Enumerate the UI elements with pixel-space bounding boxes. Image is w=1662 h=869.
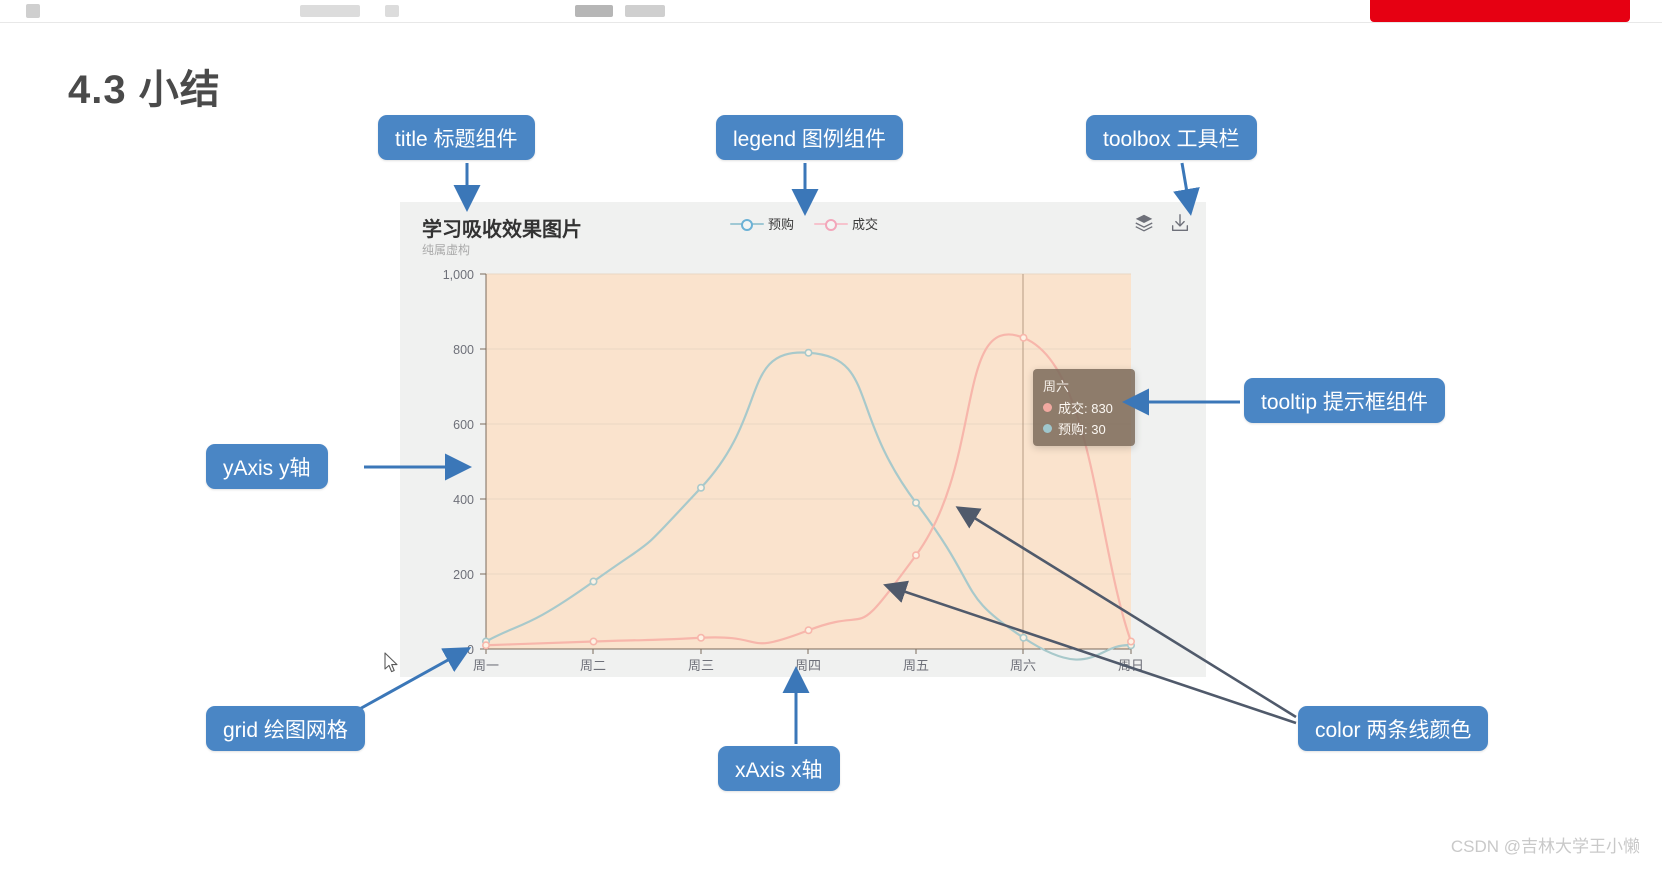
chrome-tab-1[interactable] <box>300 5 360 17</box>
data-point[interactable] <box>911 498 920 507</box>
chart-tooltip: 周六 成交: 830 预购: 30 <box>1033 369 1135 446</box>
browser-banner[interactable] <box>1370 0 1630 22</box>
tooltip-dot-chengjiao <box>1043 403 1052 412</box>
watermark: CSDN @吉林大学王小懒 <box>1450 837 1640 856</box>
legend-label-yugou: 预购 <box>768 217 795 232</box>
chart-title: 学习吸收效果图片 <box>422 219 582 241</box>
data-point[interactable] <box>482 641 491 650</box>
browser-chrome-strip <box>0 0 1662 23</box>
annotation-xaxis: xAxis x轴 <box>718 746 840 791</box>
data-point[interactable] <box>696 483 705 492</box>
x-tick-label: 周五 <box>903 658 929 673</box>
download-icon[interactable] <box>1169 212 1191 234</box>
annotation-toolbox: toolbox 工具栏 <box>1086 115 1257 160</box>
tooltip-value-yugou: 预购: 30 <box>1058 422 1106 437</box>
tooltip-row-yugou: 预购: 30 <box>1043 419 1125 438</box>
data-point[interactable] <box>589 577 598 586</box>
x-tick-label: 周四 <box>795 658 821 673</box>
tooltip-dot-yugou <box>1043 424 1052 433</box>
annotation-legend: legend 图例组件 <box>716 115 903 160</box>
page-title: 4.3 小结 <box>68 68 221 112</box>
x-axis-tick-labels: 周一 周二 周三 周四 周五 周六 周日 <box>473 658 1144 673</box>
legend-marker-line-icon <box>730 218 764 231</box>
echarts-chart-card: 学习吸收效果图片 纯属虚构 预购 成交 1,000 800 600 400 20… <box>400 202 1206 677</box>
data-point[interactable] <box>589 637 598 646</box>
tooltip-value-chengjiao: 成交: 830 <box>1058 401 1113 416</box>
x-tick-label: 周日 <box>1118 658 1144 673</box>
y-axis-tick-labels: 1,000 800 600 400 200 0 <box>443 268 474 657</box>
annotation-title: title 标题组件 <box>378 115 535 160</box>
annotation-color: color 两条线颜色 <box>1298 706 1489 751</box>
data-point[interactable] <box>696 633 705 642</box>
mouse-cursor <box>384 652 398 673</box>
tooltip-row-chengjiao: 成交: 830 <box>1043 398 1125 417</box>
legend-item-yugou[interactable]: 预购 <box>730 214 794 233</box>
chrome-tab-3[interactable] <box>575 5 613 17</box>
chart-toolbox <box>1133 212 1191 234</box>
chart-legend: 预购 成交 <box>730 214 878 233</box>
svg-text:0: 0 <box>467 643 474 657</box>
data-point[interactable] <box>911 551 920 560</box>
data-point[interactable] <box>804 626 813 635</box>
x-tick-label: 周一 <box>473 658 499 673</box>
data-point[interactable] <box>1019 633 1028 642</box>
svg-text:800: 800 <box>453 343 474 357</box>
svg-text:1,000: 1,000 <box>443 268 474 282</box>
annotation-tooltip: tooltip 提示框组件 <box>1244 378 1445 423</box>
y-axis <box>480 273 487 650</box>
chart-svg: 1,000 800 600 400 200 0 周一 周二 周三 周四 周五 周… <box>443 268 1144 673</box>
tooltip-title: 周六 <box>1043 379 1070 394</box>
legend-marker-line-icon <box>814 218 849 231</box>
x-tick-label: 周六 <box>1010 658 1036 673</box>
svg-text:600: 600 <box>453 418 474 432</box>
x-tick-label: 周三 <box>688 658 714 673</box>
x-tick-label: 周二 <box>580 658 606 673</box>
data-point[interactable] <box>804 348 813 357</box>
legend-item-chengjiao[interactable]: 成交 <box>814 214 878 233</box>
chrome-tab-favicon <box>26 4 40 18</box>
x-axis <box>485 648 1132 654</box>
svg-text:200: 200 <box>453 568 474 582</box>
chrome-tab-2[interactable] <box>385 5 399 17</box>
annotation-grid: grid 绘图网格 <box>206 706 365 751</box>
data-point[interactable] <box>1126 637 1135 646</box>
data-view-icon[interactable] <box>1133 212 1155 234</box>
chart-plot-area[interactable]: 1,000 800 600 400 200 0 周一 周二 周三 周四 周五 周… <box>400 262 1206 677</box>
chart-subtitle: 纯属虚构 <box>422 243 471 257</box>
annotation-yaxis: yAxis y轴 <box>206 444 328 489</box>
data-point[interactable] <box>1019 333 1028 342</box>
chrome-tab-4[interactable] <box>625 5 665 17</box>
legend-label-chengjiao: 成交 <box>852 217 879 232</box>
grid-background <box>486 274 1131 649</box>
svg-text:400: 400 <box>453 493 474 507</box>
